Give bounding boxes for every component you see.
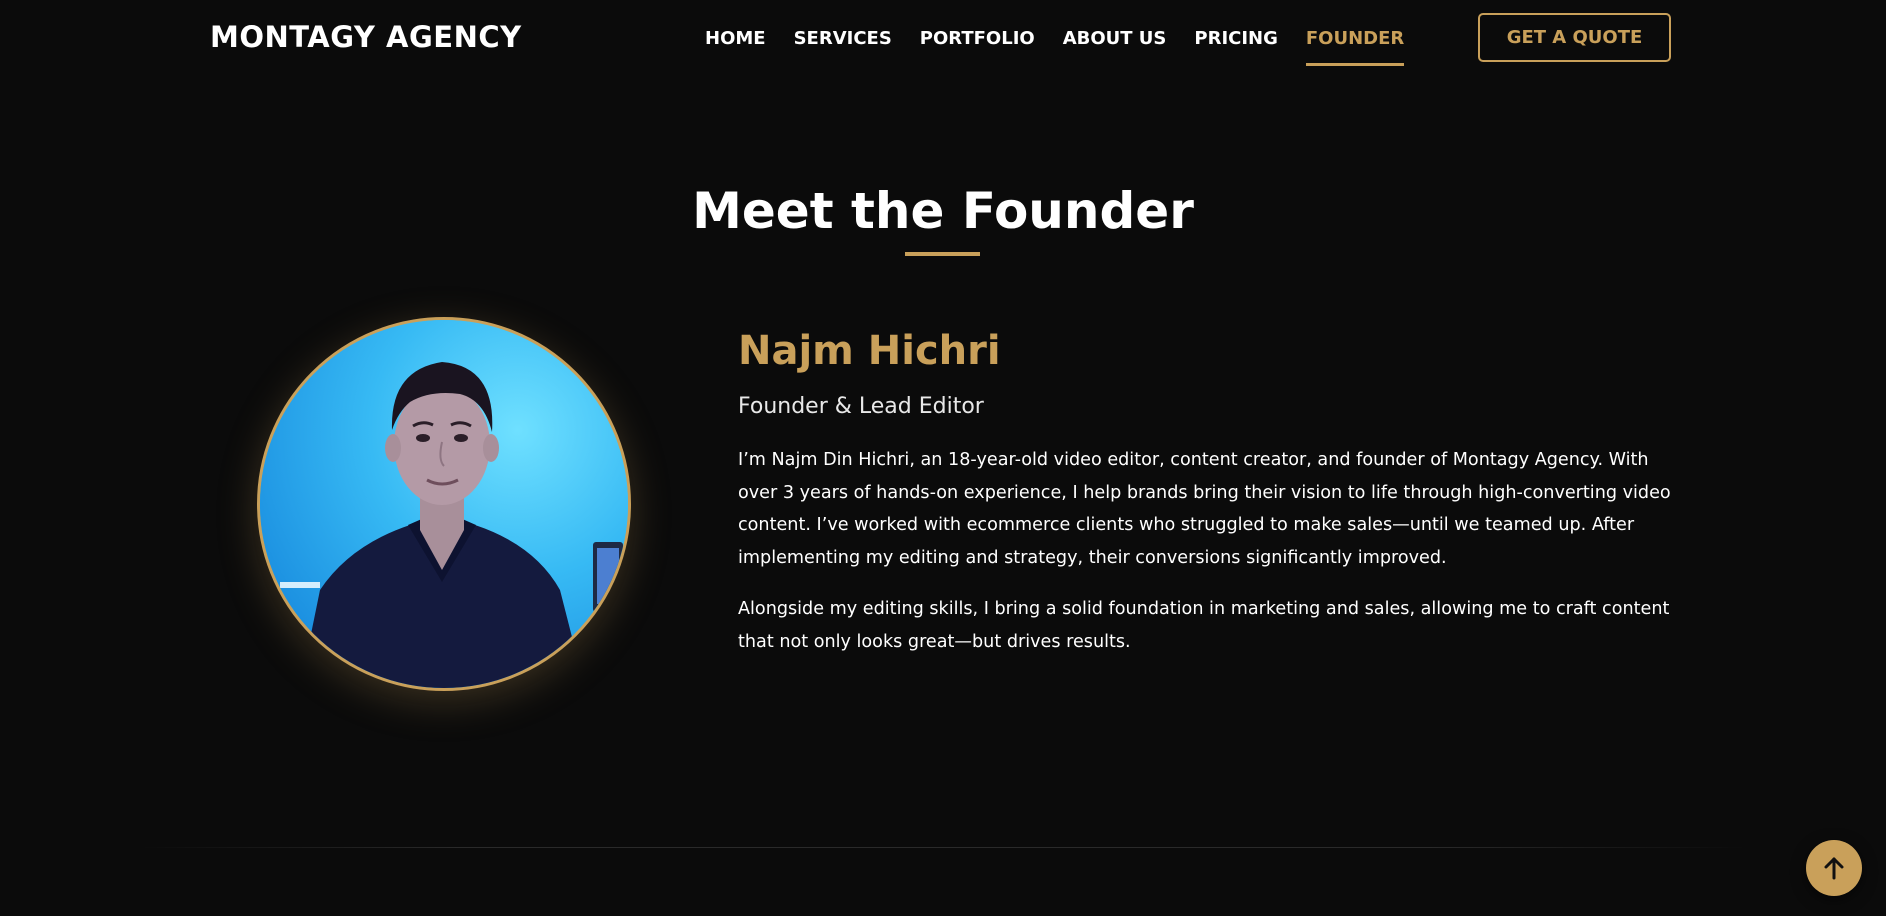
nav-founder[interactable]: FOUNDER <box>1305 28 1405 66</box>
nav-pricing[interactable]: PRICING <box>1194 28 1278 58</box>
site-logo[interactable]: MONTAGY AGENCY <box>210 20 522 54</box>
founder-bio: Najm Hichri Founder & Lead Editor I’m Na… <box>738 326 1683 658</box>
scroll-to-top-button[interactable] <box>1806 840 1862 896</box>
site-header: MONTAGY AGENCY HOME SERVICES PORTFOLIO A… <box>0 0 1886 78</box>
founder-portrait-illustration <box>260 320 628 688</box>
main-nav: HOME SERVICES PORTFOLIO ABOUT US PRICING… <box>705 28 1432 66</box>
section-divider <box>140 847 1746 848</box>
title-underline <box>905 252 980 256</box>
section-title: Meet the Founder <box>692 182 1194 240</box>
bio-paragraph: I’m Najm Din Hichri, an 18-year-old vide… <box>738 450 1671 568</box>
founder-photo <box>257 317 631 691</box>
founder-role: Founder & Lead Editor <box>738 394 984 419</box>
founder-name: Najm Hichri <box>738 328 1001 374</box>
nav-portfolio[interactable]: PORTFOLIO <box>920 28 1035 58</box>
arrow-up-icon <box>1824 857 1844 880</box>
bio-paragraph: Alongside my editing skills, I bring a s… <box>738 599 1670 652</box>
nav-about-us[interactable]: ABOUT US <box>1063 28 1167 58</box>
page: MONTAGY AGENCY HOME SERVICES PORTFOLIO A… <box>0 0 1886 916</box>
get-a-quote-button[interactable]: GET A QUOTE <box>1478 13 1671 62</box>
nav-services[interactable]: SERVICES <box>794 28 892 58</box>
nav-home[interactable]: HOME <box>705 28 766 58</box>
